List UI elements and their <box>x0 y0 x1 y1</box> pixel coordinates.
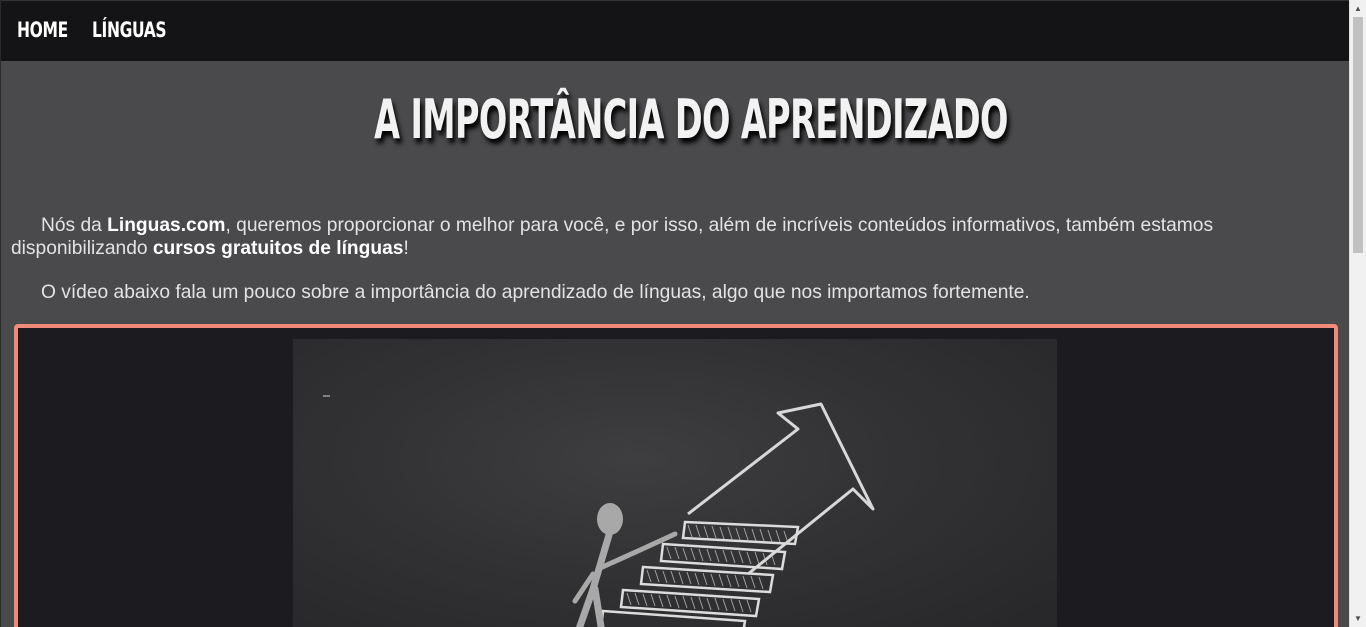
nav-link-linguas[interactable]: LÍNGUAS <box>92 18 167 42</box>
nav-link-home[interactable]: HOME <box>17 18 68 42</box>
scrollbar-thumb[interactable] <box>1353 17 1363 253</box>
top-navigation: HOME LÍNGUAS <box>1 0 1349 61</box>
brand-name: Linguas.com <box>107 215 226 236</box>
intro-text-3: ! <box>403 238 409 259</box>
video-thumbnail-chalk-drawing <box>323 395 875 627</box>
vertical-scrollbar[interactable]: ▲ ▼ <box>1349 0 1366 627</box>
intro-paragraph: Nós da Linguas.com, queremos proporciona… <box>11 214 1301 260</box>
video-intro-paragraph: O vídeo abaixo fala um pouco sobre a imp… <box>41 282 1030 303</box>
video-container <box>14 324 1338 627</box>
page: HOME LÍNGUAS A IMPORTÂNCIA DO APRENDIZAD… <box>0 0 1349 627</box>
page-title: A IMPORTÂNCIA DO APRENDIZADO <box>374 88 1008 151</box>
scroll-up-arrow-icon[interactable]: ▲ <box>1350 0 1366 17</box>
video-player[interactable] <box>293 339 1057 627</box>
free-courses-highlight: cursos gratuitos de línguas <box>152 238 404 259</box>
intro-text-1: Nós da <box>41 215 108 236</box>
scroll-down-arrow-icon[interactable]: ▼ <box>1350 610 1366 627</box>
